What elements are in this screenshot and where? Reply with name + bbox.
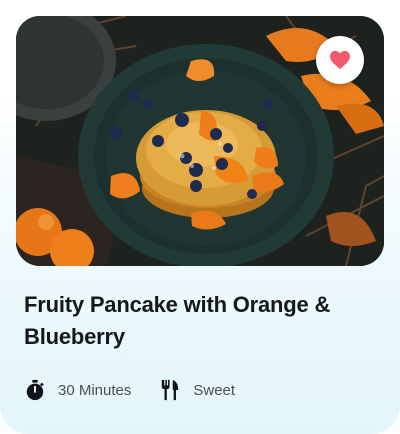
category-text: Sweet (193, 381, 236, 399)
duration-text: 30 Minutes (58, 381, 132, 399)
favorite-button[interactable] (316, 36, 364, 84)
duration-info: 30 Minutes (24, 379, 131, 401)
category-info: Sweet (159, 379, 235, 401)
heart-icon (330, 50, 350, 70)
recipe-title: Fruity Pancake with Orange & Blueberry (24, 292, 331, 349)
recipe-meta: 30 Minutes Sweet (24, 376, 235, 404)
recipe-card[interactable]: Fruity Pancake with Orange & Blueberry 3… (0, 0, 400, 434)
fork-knife-icon (162, 379, 179, 401)
stopwatch-icon (26, 379, 44, 401)
